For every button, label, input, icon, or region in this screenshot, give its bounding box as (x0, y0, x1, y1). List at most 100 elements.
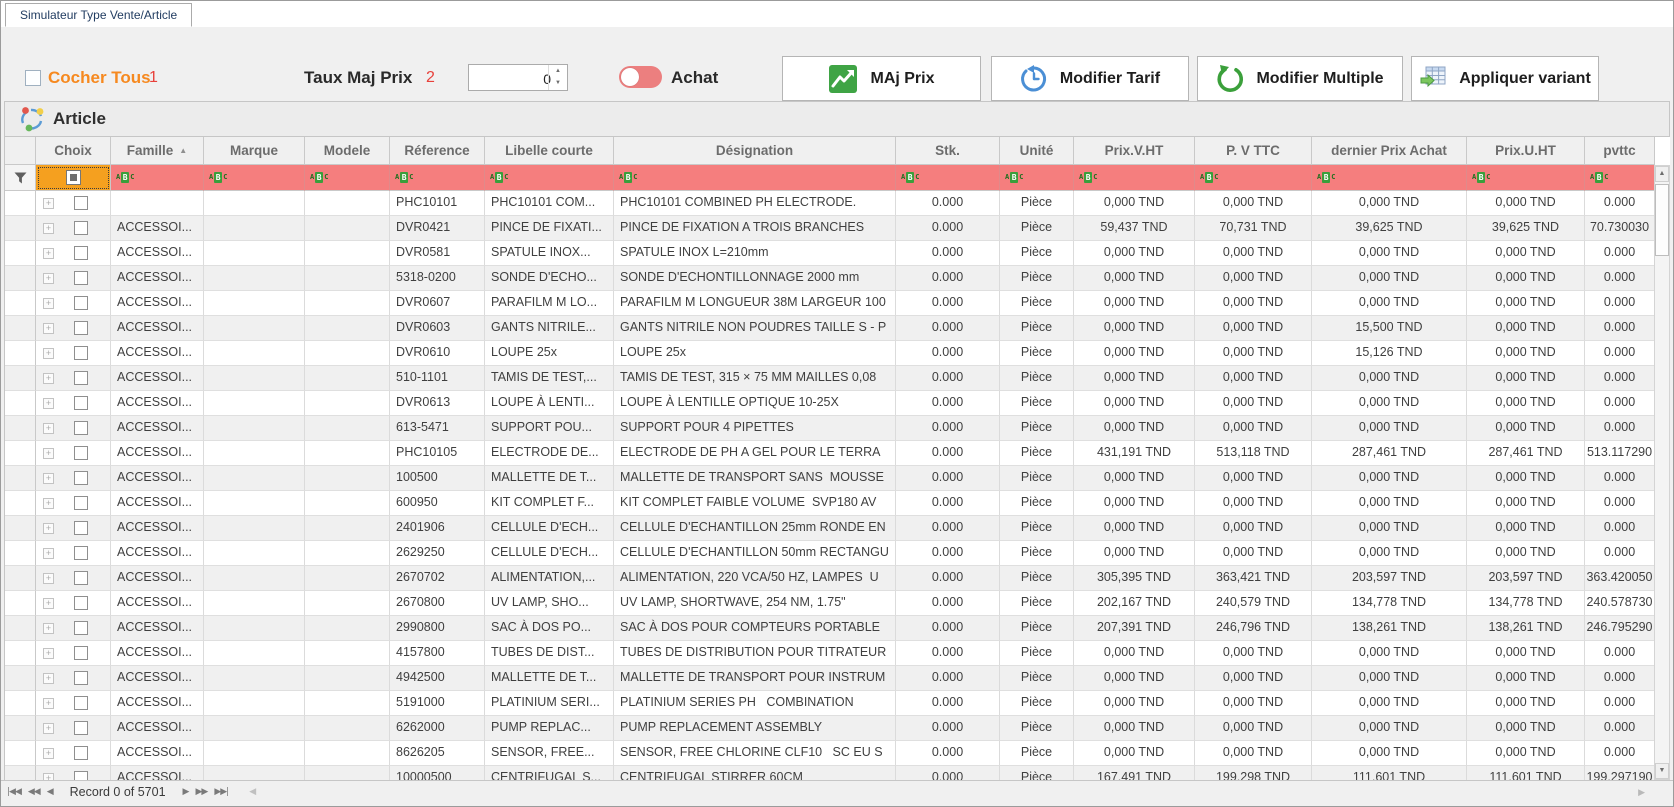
row-checkbox[interactable] (74, 196, 88, 210)
row-checkbox[interactable] (74, 321, 88, 335)
expand-row-icon[interactable]: + (43, 598, 54, 609)
table-row[interactable]: +ACCESSOI...600950KIT COMPLET F...KIT CO… (5, 491, 1655, 516)
expand-row-icon[interactable]: + (43, 773, 54, 780)
expand-row-icon[interactable]: + (43, 448, 54, 459)
expand-row-icon[interactable]: + (43, 523, 54, 534)
column-header-stk[interactable]: Stk. (896, 137, 1000, 165)
filter-cell-d-signation[interactable]: ABC (614, 165, 896, 191)
expand-row-icon[interactable]: + (43, 373, 54, 384)
vertical-scrollbar[interactable]: ▲ ▼ (1654, 165, 1670, 780)
expand-row-icon[interactable]: + (43, 348, 54, 359)
nav-next-button[interactable]: ▶ (183, 781, 189, 803)
expand-row-icon[interactable]: + (43, 248, 54, 259)
expand-row-icon[interactable]: + (43, 748, 54, 759)
row-checkbox[interactable] (74, 371, 88, 385)
hscroll-right-icon[interactable]: ▶ (1638, 781, 1645, 803)
expand-row-icon[interactable]: + (43, 298, 54, 309)
hscroll-left-icon[interactable]: ◀ (249, 781, 255, 803)
expand-row-icon[interactable]: + (43, 673, 54, 684)
vertical-scrollbar-thumb[interactable] (1655, 184, 1669, 256)
modifier-multiple-button[interactable]: Modifier Multiple (1197, 56, 1403, 101)
column-header-dernier-prix-achat[interactable]: dernier Prix Achat (1312, 137, 1467, 165)
expand-row-icon[interactable]: + (43, 398, 54, 409)
expand-row-icon[interactable]: + (43, 548, 54, 559)
nav-last-button[interactable]: ▶▶| (214, 781, 228, 803)
column-header-choix[interactable]: Choix (36, 137, 111, 165)
expand-row-icon[interactable]: + (43, 498, 54, 509)
filter-cell-prix-v-ht[interactable]: ABC (1074, 165, 1195, 191)
column-header-unit[interactable]: Unité (1000, 137, 1074, 165)
table-row[interactable]: +ACCESSOI...6262000PUMP REPLAC...PUMP RE… (5, 716, 1655, 741)
column-header-marque[interactable]: Marque (204, 137, 305, 165)
nav-prev-page-button[interactable]: ◀◀ (28, 781, 40, 803)
row-checkbox[interactable] (74, 421, 88, 435)
row-checkbox[interactable] (74, 446, 88, 460)
expand-row-icon[interactable]: + (43, 323, 54, 334)
filter-cell-choix[interactable] (36, 165, 111, 191)
table-row[interactable]: +ACCESSOI...DVR0581SPATULE INOX...SPATUL… (5, 241, 1655, 266)
table-row[interactable]: +ACCESSOI...510-1101TAMIS DE TEST,...TAM… (5, 366, 1655, 391)
filter-cell-marque[interactable]: ABC (204, 165, 305, 191)
table-row[interactable]: +ACCESSOI...4942500MALLETTE DE T...MALLE… (5, 666, 1655, 691)
row-checkbox[interactable] (74, 746, 88, 760)
scroll-down-icon[interactable]: ▼ (1655, 763, 1669, 779)
select-all-checkbox[interactable] (66, 170, 81, 185)
row-checkbox[interactable] (74, 246, 88, 260)
expand-row-icon[interactable]: + (43, 223, 54, 234)
row-checkbox[interactable] (74, 496, 88, 510)
expand-row-icon[interactable]: + (43, 698, 54, 709)
column-header-prix-v-ht[interactable]: Prix.V.HT (1074, 137, 1195, 165)
column-header-d-signation[interactable]: Désignation (614, 137, 896, 165)
expand-row-icon[interactable]: + (43, 198, 54, 209)
row-checkbox[interactable] (74, 771, 88, 780)
cocher-tous-checkbox[interactable] (25, 70, 41, 86)
row-checkbox[interactable] (74, 396, 88, 410)
expand-row-icon[interactable]: + (43, 723, 54, 734)
expand-row-icon[interactable]: + (43, 423, 54, 434)
filter-cell-prix-u-ht[interactable]: ABC (1467, 165, 1585, 191)
filter-cell-r-ference[interactable]: ABC (390, 165, 485, 191)
row-checkbox[interactable] (74, 721, 88, 735)
row-checkbox[interactable] (74, 596, 88, 610)
table-row[interactable]: +ACCESSOI...DVR0421PINCE DE FIXATI...PIN… (5, 216, 1655, 241)
table-row[interactable]: +ACCESSOI...2670702ALIMENTATION,...ALIME… (5, 566, 1655, 591)
column-header-famille[interactable]: Famille▲ (111, 137, 204, 165)
spinner-down-icon[interactable]: ▼ (549, 77, 567, 89)
column-header-p-v-ttc[interactable]: P. V TTC (1195, 137, 1312, 165)
table-row[interactable]: +PHC10101PHC10101 COM...PHC10101 COMBINE… (5, 191, 1655, 216)
row-checkbox[interactable] (74, 646, 88, 660)
row-checkbox[interactable] (74, 271, 88, 285)
column-header-prix-u-ht[interactable]: Prix.U.HT (1467, 137, 1585, 165)
expand-row-icon[interactable]: + (43, 573, 54, 584)
modifier-tarif-button[interactable]: Modifier Tarif (991, 56, 1189, 101)
column-header-libelle-courte[interactable]: Libelle courte (485, 137, 614, 165)
nav-first-button[interactable]: |◀◀ (7, 781, 21, 803)
tab-simulateur[interactable]: Simulateur Type Vente/Article (5, 3, 192, 27)
column-header-modele[interactable]: Modele (305, 137, 390, 165)
table-row[interactable]: +ACCESSOI...8626205SENSOR, FREE...SENSOR… (5, 741, 1655, 766)
row-checkbox[interactable] (74, 471, 88, 485)
filter-cell-modele[interactable]: ABC (305, 165, 390, 191)
taux-maj-prix-input[interactable] (469, 65, 553, 92)
expand-row-icon[interactable]: + (43, 648, 54, 659)
table-row[interactable]: +ACCESSOI...2401906CELLULE D'ECH...CELLU… (5, 516, 1655, 541)
row-checkbox[interactable] (74, 546, 88, 560)
table-row[interactable]: +ACCESSOI...DVR0613LOUPE À LENTI...LOUPE… (5, 391, 1655, 416)
appliquer-variant-button[interactable]: Appliquer variant (1411, 56, 1599, 101)
row-checkbox[interactable] (74, 296, 88, 310)
column-header-pvttc[interactable]: pvttc (1585, 137, 1655, 165)
row-checkbox[interactable] (74, 671, 88, 685)
spinner-up-icon[interactable]: ▲ (549, 65, 567, 77)
row-checkbox[interactable] (74, 621, 88, 635)
table-row[interactable]: +ACCESSOI...2629250CELLULE D'ECH...CELLU… (5, 541, 1655, 566)
nav-prev-button[interactable]: ◀ (47, 781, 53, 803)
filter-cell-libelle-courte[interactable]: ABC (485, 165, 614, 191)
row-checkbox[interactable] (74, 346, 88, 360)
scroll-up-icon[interactable]: ▲ (1655, 166, 1669, 182)
table-row[interactable]: +ACCESSOI...DVR0607PARAFILM M LO...PARAF… (5, 291, 1655, 316)
filter-cell-stk[interactable]: ABC (896, 165, 1000, 191)
row-checkbox[interactable] (74, 521, 88, 535)
expand-row-icon[interactable]: + (43, 623, 54, 634)
table-row[interactable]: +ACCESSOI...2990800SAC À DOS PO...SAC À … (5, 616, 1655, 641)
nav-next-page-button[interactable]: ▶▶ (195, 781, 207, 803)
